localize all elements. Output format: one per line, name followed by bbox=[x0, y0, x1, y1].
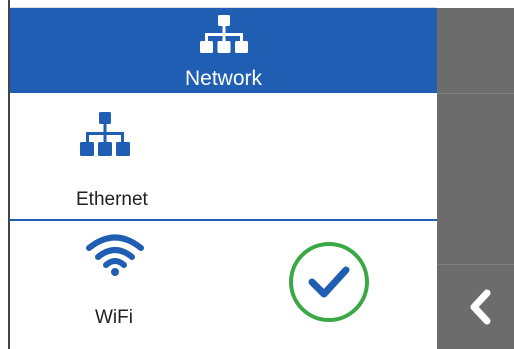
page-title: Network bbox=[184, 67, 263, 90]
network-settings-screen: Network Ethernet WiFi bbox=[0, 0, 514, 349]
page-header: Network bbox=[10, 8, 437, 93]
ethernet-label: Ethernet bbox=[76, 189, 148, 210]
sidebar-divider bbox=[437, 93, 514, 94]
back-button[interactable] bbox=[437, 265, 514, 349]
selected-check-icon bbox=[289, 242, 369, 322]
wifi-icon bbox=[86, 234, 144, 276]
ethernet-icon bbox=[80, 112, 130, 156]
wifi-label: WiFi bbox=[95, 307, 133, 328]
ethernet-option[interactable]: Ethernet bbox=[10, 93, 437, 219]
checkmark-icon bbox=[308, 266, 350, 298]
network-icon bbox=[200, 15, 248, 53]
chevron-left-icon bbox=[470, 289, 491, 325]
sidebar-panel bbox=[437, 8, 514, 349]
wifi-option[interactable]: WiFi bbox=[10, 221, 437, 349]
